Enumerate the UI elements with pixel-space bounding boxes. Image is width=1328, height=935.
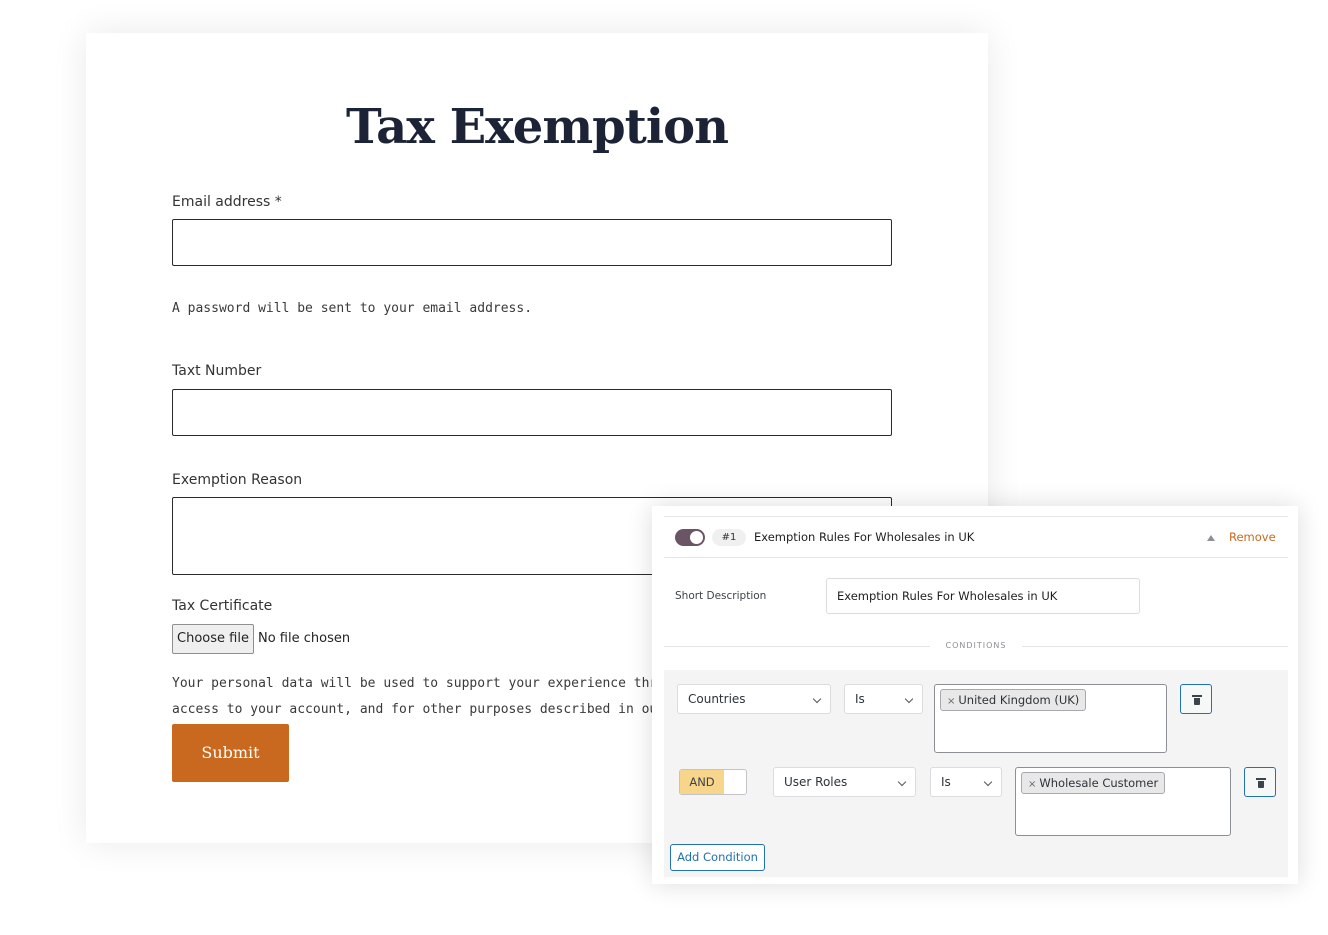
password-note: A password will be sent to your email ad… [172, 301, 533, 316]
and-connector-label: AND [680, 770, 724, 794]
exemption-reason-label: Exemption Reason [172, 472, 303, 488]
rule-enabled-toggle[interactable] [675, 529, 705, 546]
condition-2-field-value: User Roles [784, 775, 848, 789]
short-description-label: Short Description [675, 590, 767, 602]
tag-remove-icon[interactable]: × [947, 696, 955, 707]
privacy-text-line-1: Your personal data will be used to suppo… [172, 676, 673, 691]
condition-1-operator-select[interactable]: Is [844, 684, 923, 714]
add-condition-button[interactable]: Add Condition [670, 844, 765, 871]
value-tag: × United Kingdom (UK) [940, 689, 1087, 711]
condition-2-operator-value: Is [941, 775, 951, 789]
condition-1-operator-value: Is [855, 692, 865, 706]
submit-button[interactable]: Submit [172, 724, 289, 782]
remove-rule-link[interactable]: Remove [1229, 530, 1276, 544]
trash-icon [1256, 778, 1266, 788]
chevron-down-icon [983, 777, 993, 787]
rule-number-badge: #1 [712, 529, 746, 546]
toggle-knob [690, 531, 703, 544]
tax-number-label: Taxt Number [172, 363, 262, 379]
chevron-down-icon [904, 694, 914, 704]
condition-1-field-value: Countries [688, 692, 746, 706]
page-title: Tax Exemption [346, 99, 729, 155]
rule-title: Exemption Rules For Wholesales in UK [754, 530, 975, 544]
value-tag-label: Wholesale Customer [1039, 776, 1159, 790]
rule-header: #1 Exemption Rules For Wholesales in UK … [664, 516, 1288, 558]
value-tag-label: United Kingdom (UK) [958, 693, 1080, 707]
exemption-rule-panel: #1 Exemption Rules For Wholesales in UK … [652, 506, 1298, 884]
file-status: No file chosen [258, 631, 351, 646]
email-label: Email address * [172, 194, 282, 210]
chevron-down-icon [812, 694, 822, 704]
conditions-heading: CONDITIONS [930, 641, 1022, 650]
trash-icon [1192, 695, 1202, 705]
tax-number-field[interactable] [172, 389, 892, 436]
choose-file-button[interactable]: Choose file [172, 624, 254, 654]
condition-2-operator-select[interactable]: Is [930, 767, 1002, 797]
email-field[interactable] [172, 219, 892, 266]
collapse-caret-icon[interactable] [1207, 535, 1215, 541]
and-connector-toggle[interactable]: AND [679, 769, 747, 795]
condition-1-values-box[interactable]: × United Kingdom (UK) [934, 684, 1167, 753]
condition-2-values-box[interactable]: × Wholesale Customer [1015, 767, 1231, 836]
tax-certificate-label: Tax Certificate [172, 598, 273, 614]
condition-2-field-select[interactable]: User Roles [773, 767, 916, 797]
condition-1-field-select[interactable]: Countries [677, 684, 831, 714]
chevron-down-icon [897, 777, 907, 787]
short-description-input[interactable]: Exemption Rules For Wholesales in UK [826, 578, 1140, 614]
tag-remove-icon[interactable]: × [1028, 779, 1036, 790]
delete-condition-2-button[interactable] [1244, 767, 1276, 797]
delete-condition-1-button[interactable] [1180, 684, 1212, 714]
conditions-area: Countries Is × United Kingdom (UK) AND Us… [664, 670, 1288, 877]
value-tag: × Wholesale Customer [1021, 772, 1166, 794]
privacy-text-line-2: access to your account, and for other pu… [172, 702, 666, 717]
